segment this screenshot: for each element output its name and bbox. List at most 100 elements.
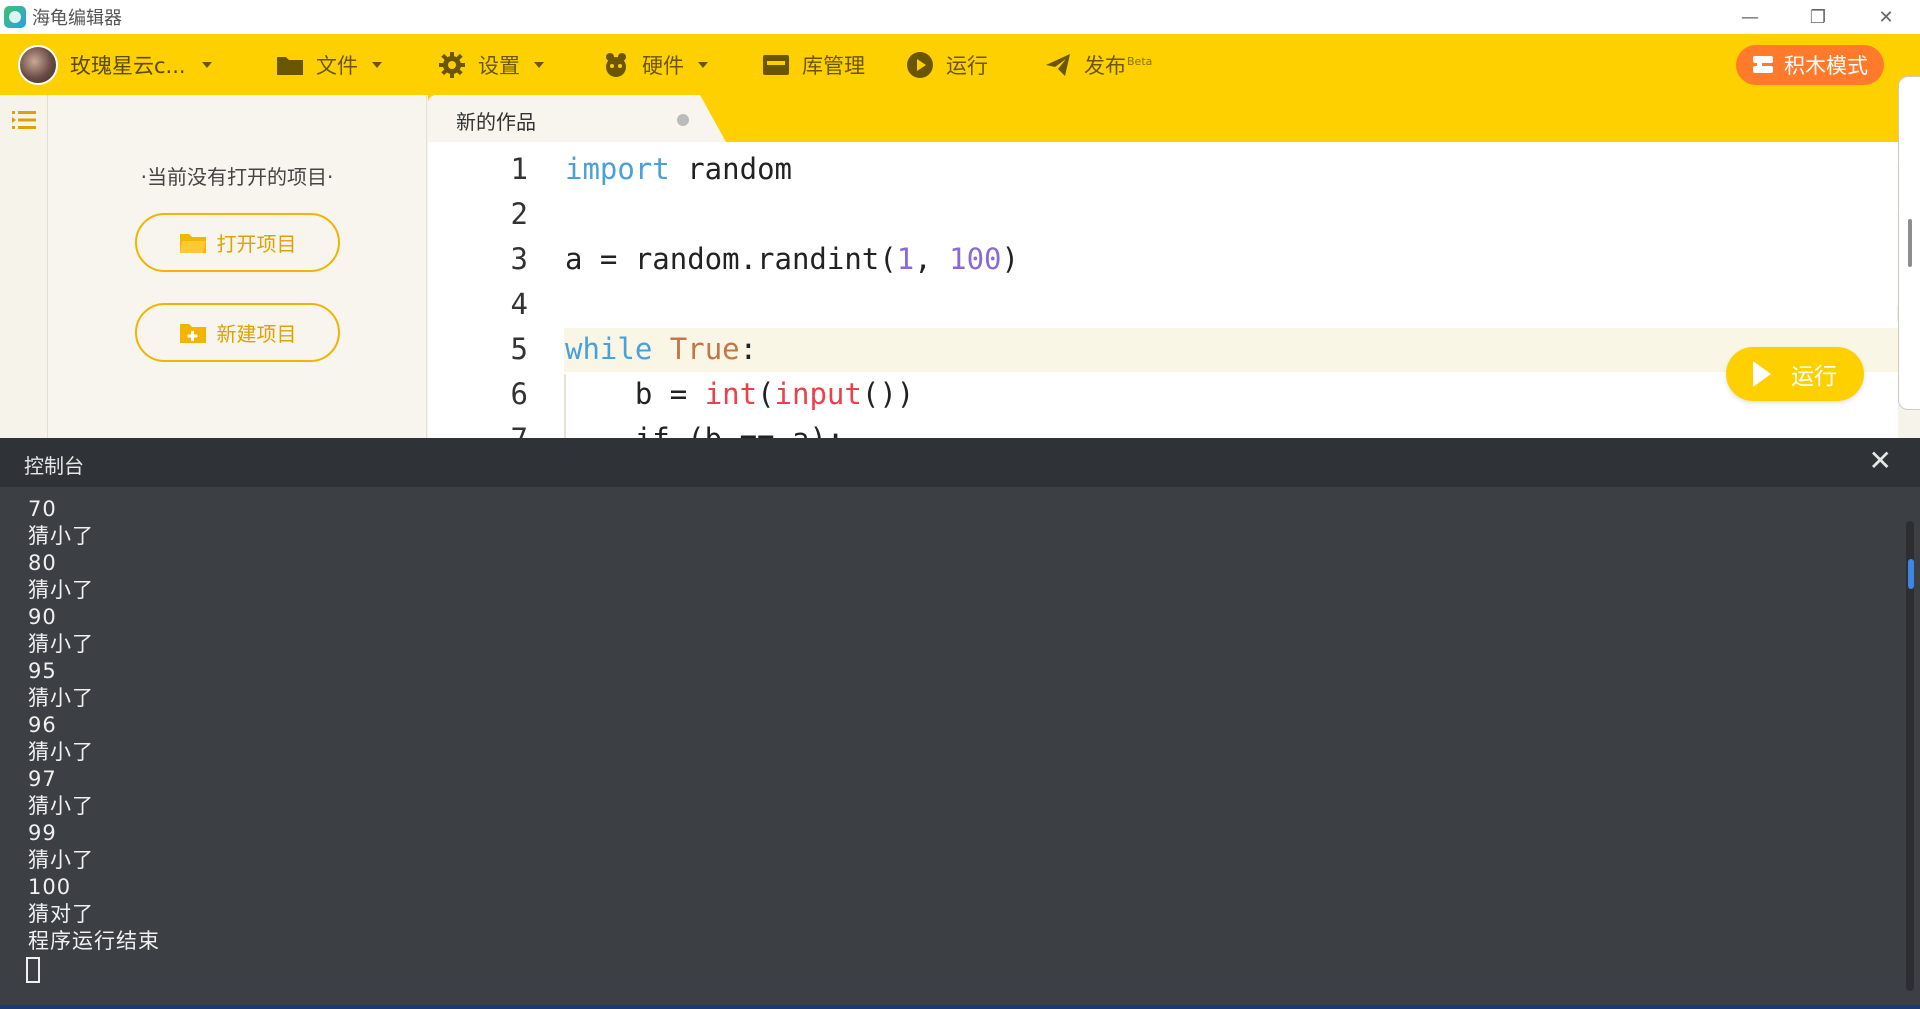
console-line: 96: [28, 713, 57, 737]
console-line: 猜小了: [28, 524, 94, 548]
console-line: 猜对了: [28, 902, 94, 926]
code-line-3: a = random.randint(1, 100): [565, 242, 1019, 276]
folder-icon: [276, 51, 304, 79]
code-token: random: [669, 152, 792, 186]
number-token: 100: [949, 242, 1002, 276]
code-line-7: if (b == a):: [565, 422, 845, 438]
keyword-token: import: [565, 152, 670, 186]
folder-add-icon: [179, 321, 207, 345]
menu-settings[interactable]: 设置: [438, 50, 544, 80]
console-line: 80: [28, 551, 57, 575]
chevron-down-icon: [534, 62, 544, 68]
console-line: 90: [28, 605, 57, 629]
menu-file[interactable]: 文件: [276, 50, 382, 80]
tab-new-work[interactable]: 新的作品: [428, 95, 726, 142]
code-line-6: b = int(input()): [565, 377, 914, 411]
menu-library[interactable]: 库管理: [762, 50, 865, 80]
close-window-button[interactable]: ✕: [1852, 0, 1920, 34]
editor-scroll-thumb[interactable]: [1908, 219, 1912, 267]
code-line-1: import random: [565, 152, 792, 186]
line-number: 5: [510, 332, 528, 366]
avatar[interactable]: [18, 44, 58, 85]
code-token: ,: [914, 242, 950, 276]
run-button[interactable]: 运行: [1726, 347, 1864, 401]
menu-file-label: 文件: [316, 54, 358, 78]
open-project-button[interactable]: 打开项目: [135, 213, 340, 272]
constant-token: True: [669, 332, 740, 366]
left-sidebar: [0, 95, 48, 438]
line-number: 2: [510, 197, 528, 231]
console-line: 97: [28, 767, 57, 791]
app-logo-icon: [4, 6, 26, 28]
console-line: 猜小了: [28, 578, 94, 602]
line-number: 7: [428, 422, 528, 438]
minimize-button[interactable]: —: [1716, 0, 1784, 34]
hardware-icon: [602, 51, 630, 79]
gear-icon: [438, 51, 466, 79]
console-line: 99: [28, 821, 57, 845]
code-token: ): [1001, 242, 1019, 276]
console-line: 猜小了: [28, 686, 94, 710]
console-header: 控制台 ✕: [0, 438, 1920, 487]
user-name[interactable]: 玫瑰星云c...: [70, 50, 186, 80]
console-line: 70: [28, 497, 57, 521]
collapse-menu-icon[interactable]: [12, 109, 36, 131]
line-number: 6: [510, 377, 528, 411]
folder-open-icon: [179, 231, 207, 255]
console-line: 95: [28, 659, 57, 683]
unsaved-dot-icon[interactable]: [677, 114, 689, 126]
menu-hardware-label: 硬件: [642, 54, 684, 78]
console-scroll-thumb[interactable]: [1908, 559, 1914, 589]
input-cursor[interactable]: [26, 957, 40, 983]
menu-run-label: 运行: [946, 54, 988, 78]
keyword-token: while: [565, 332, 653, 366]
editor-scrollbar[interactable]: [1898, 76, 1920, 410]
code-editor[interactable]: 1 2 3 4 5 6 7 import random a = random.r…: [428, 142, 1898, 438]
menu-library-label: 库管理: [802, 54, 865, 78]
close-console-icon[interactable]: ✕: [1869, 447, 1892, 475]
beta-badge: Beta: [1127, 54, 1153, 68]
window-controls: — ❐ ✕: [1716, 0, 1920, 34]
new-project-button[interactable]: 新建项目: [135, 303, 340, 362]
play-icon: [1753, 361, 1771, 387]
builtin-token: input: [774, 377, 862, 411]
menu-publish[interactable]: 发布 Beta: [1044, 50, 1152, 80]
line-number: 3: [510, 242, 528, 276]
editor-tab-bar: 新的作品: [428, 95, 1920, 142]
main-toolbar: 玫瑰星云c... 文件 设置 硬件 库管理 运行 发布 Beta 积木模式: [0, 34, 1920, 95]
new-project-label: 新建项目: [216, 322, 297, 346]
menu-hardware[interactable]: 硬件: [602, 50, 708, 80]
project-panel: ·当前没有打开的项目· 打开项目 新建项目: [48, 95, 427, 438]
console-title: 控制台: [24, 454, 84, 478]
chevron-down-icon: [201, 61, 212, 68]
chevron-down-icon: [698, 62, 708, 68]
console-line: 程序运行结束: [28, 929, 160, 953]
run-button-label: 运行: [1791, 364, 1837, 390]
restore-button[interactable]: ❐: [1784, 0, 1852, 34]
indent-guide: [564, 374, 566, 438]
blocks-icon: [1752, 55, 1774, 75]
app-title: 海龟编辑器: [32, 8, 122, 29]
library-icon: [762, 51, 790, 79]
number-token: 1: [896, 242, 915, 276]
current-line-highlight: [564, 328, 1898, 372]
code-token: a = random.randint(: [565, 242, 897, 276]
menu-publish-label: 发布: [1084, 54, 1126, 78]
block-mode-button[interactable]: 积木模式: [1736, 45, 1884, 85]
menu-settings-label: 设置: [478, 54, 520, 78]
code-token: b =: [565, 377, 705, 411]
user-menu[interactable]: 玫瑰星云c...: [18, 44, 212, 85]
bottom-border: [0, 1005, 1920, 1009]
console-line: 猜小了: [28, 848, 94, 872]
no-project-text: ·当前没有打开的项目·: [140, 165, 334, 189]
console-line: 猜小了: [28, 794, 94, 818]
line-number: 4: [510, 287, 528, 321]
code-token: :: [739, 332, 758, 366]
line-number: 1: [510, 152, 528, 186]
code-token: ()): [861, 377, 915, 411]
code-token: (: [757, 377, 775, 411]
console-scrollbar[interactable]: [1906, 521, 1914, 991]
console-output[interactable]: 70 猜小了 80 猜小了 90 猜小了 95 猜小了 96 猜小了 97 猜小…: [0, 487, 1920, 1009]
menu-run[interactable]: 运行: [906, 50, 988, 80]
